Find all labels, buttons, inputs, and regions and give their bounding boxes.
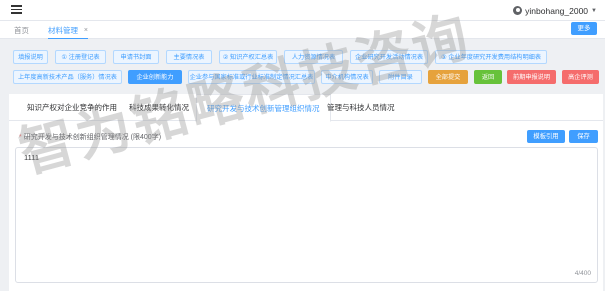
subtab-ip-competition[interactable]: 知识产权对企业竞争的作用 <box>17 94 127 121</box>
required-mark: * <box>19 134 22 141</box>
app-root: yinbohang_2000 ▼ 首页 材料管理 × 更多 填报说明 ① 注册登… <box>0 0 605 291</box>
field-label: * 研究开发与技术创新组织管理情况 (限400字) <box>19 132 161 142</box>
application-cover-button[interactable]: 申请书封面 <box>113 50 159 64</box>
subtab-rd-management[interactable]: 研究开发与技术创新管理组织情况 <box>196 94 331 122</box>
close-icon[interactable]: × <box>84 24 88 38</box>
tab-label: 材料管理 <box>48 26 78 35</box>
template-reference-button[interactable]: 模板引用 <box>527 130 565 143</box>
textarea-value: 1111 <box>24 153 40 162</box>
hitech-assessment-button[interactable]: 高企评测 <box>562 70 599 84</box>
tab-material-management[interactable]: 材料管理 × <box>48 24 88 39</box>
pre-application-button[interactable]: 前期申报说明 <box>507 70 556 84</box>
tab-home[interactable]: 首页 <box>14 24 29 38</box>
hamburger-icon[interactable] <box>11 5 22 14</box>
agency-info-button[interactable]: 中介机构情况表 <box>321 70 373 84</box>
hr-info-button[interactable]: 人力资源情况表 <box>284 50 343 64</box>
field-label-text: 研究开发与技术创新组织管理情况 (限400字) <box>23 134 162 141</box>
fill-instructions-button[interactable]: 填报说明 <box>13 50 48 64</box>
rd-expense-button[interactable]: ③ 企业年度研究开发费用结构明细表 <box>435 50 547 64</box>
char-counter: 4/400 <box>574 270 591 277</box>
user-menu[interactable]: yinbohang_2000 ▼ <box>513 4 597 17</box>
back-button[interactable]: 返回 <box>474 70 502 84</box>
hitech-product-button[interactable]: 上年度高新技术产品（服务）情况表 <box>13 70 122 84</box>
more-button[interactable]: 更多 <box>571 22 597 35</box>
rd-activity-button[interactable]: 企业研究开发活动情况表 <box>350 50 428 64</box>
sub-tab-bar: 知识产权对企业竞争的作用 科技成果转化情况 研究开发与技术创新管理组织情况 管理… <box>9 94 603 122</box>
caret-down-icon: ▼ <box>591 7 597 14</box>
registration-form-button[interactable]: ① 注册登记表 <box>55 50 106 64</box>
standards-participation-button[interactable]: 企业参与国家标准或行业标准制定情况汇总表 <box>188 70 315 84</box>
subtab-staff-info[interactable]: 管理与科技人员情况 <box>317 94 405 121</box>
save-button[interactable]: 保存 <box>569 130 598 143</box>
content-panel: 知识产权对企业竞争的作用 科技成果转化情况 研究开发与技术创新管理组织情况 管理… <box>9 94 603 291</box>
submit-all-button[interactable]: 全部提交 <box>428 70 468 84</box>
description-textarea[interactable]: 1111 4/400 <box>15 147 598 283</box>
user-avatar-icon <box>513 6 523 15</box>
user-name: yinbohang_2000 <box>525 5 589 16</box>
innovation-ability-button[interactable]: 企业创新能力 <box>128 70 182 84</box>
attachment-list-button[interactable]: 附件目录 <box>379 70 422 84</box>
tab-strip: 首页 材料管理 × <box>0 21 605 39</box>
subtab-tech-transfer[interactable]: 科技成果转化情况 <box>119 94 199 121</box>
ip-summary-button[interactable]: ② 知识产权汇总表 <box>219 50 277 64</box>
main-info-button[interactable]: 主要情况表 <box>166 50 212 64</box>
top-bar: yinbohang_2000 ▼ <box>0 0 605 21</box>
